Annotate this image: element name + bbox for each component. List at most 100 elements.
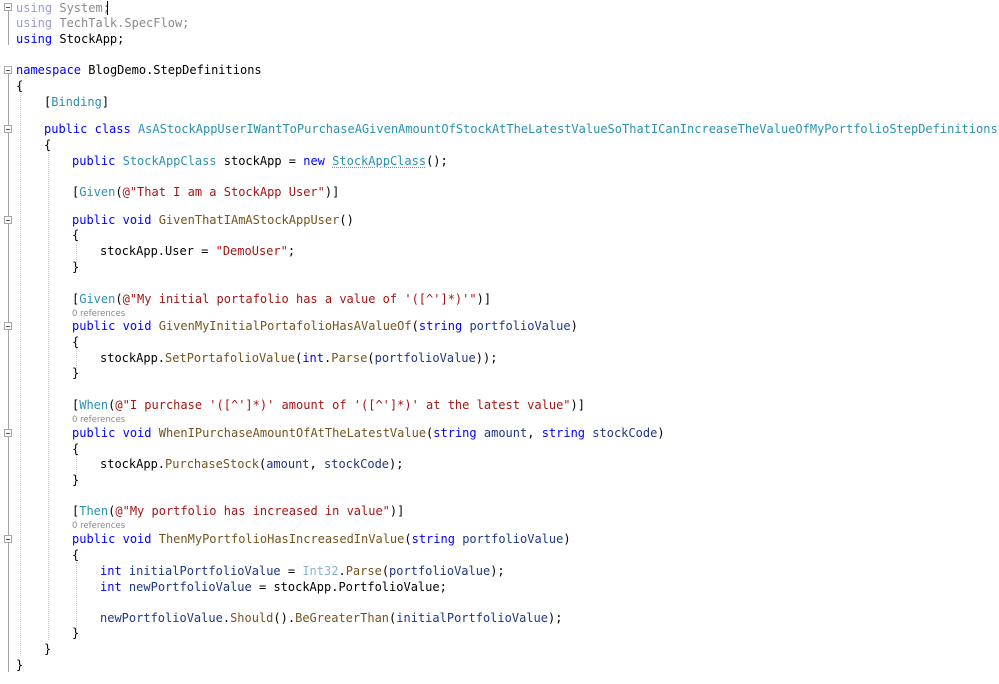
method-name: ThenMyPortfolioHasIncreasedInValue	[158, 532, 405, 546]
expression: stockApp.User =	[100, 244, 216, 258]
parameter-name: amount	[483, 426, 528, 440]
method-call: Parse	[331, 351, 368, 365]
code-line-binding-attr[interactable]: [Binding]	[44, 94, 109, 110]
identifier: stockApp.	[100, 351, 166, 365]
paren: )	[563, 532, 571, 546]
punctuation: );	[490, 564, 505, 578]
paren: )	[570, 319, 578, 333]
code-line-using-stockapp[interactable]: using StockApp;	[16, 31, 124, 47]
paren: (	[115, 292, 123, 306]
punctuation: ));	[475, 351, 498, 365]
code-line-method-decl[interactable]: public void GivenMyInitialPortafolioHasA…	[72, 318, 578, 334]
codelens-references[interactable]: 0 references	[72, 521, 125, 531]
attribute-name: When	[79, 398, 109, 412]
code-line-given-attr[interactable]: [Given(@"My initial portafolio has a val…	[72, 291, 491, 307]
parameter-name: portfolioValue	[374, 351, 476, 365]
code-editor[interactable]: using System; using TechTalk.SpecFlow; u…	[0, 0, 999, 684]
code-line-brace[interactable]: {	[72, 441, 79, 457]
paren: (	[411, 319, 419, 333]
code-line-method-decl[interactable]: public void GivenThatIAmAStockAppUser()	[72, 212, 354, 228]
method-call: PurchaseStock	[165, 457, 259, 471]
parameter-name: portfolioValue	[462, 532, 564, 546]
code-line-statement[interactable]: int newPortfolioValue = stockApp.Portfol…	[100, 579, 447, 595]
keyword: class	[94, 122, 131, 136]
code-line-brace[interactable]: }	[44, 641, 51, 657]
keyword: void	[122, 319, 152, 333]
code-line-namespace[interactable]: namespace BlogDemo.StepDefinitions	[16, 62, 262, 78]
bracket: )]	[324, 185, 340, 199]
code-line-brace[interactable]: {	[72, 334, 79, 350]
fold-toggle-method-4[interactable]	[4, 535, 12, 543]
punctuation: );	[547, 611, 563, 625]
code-line-brace[interactable]: }	[72, 365, 79, 381]
brace: }	[44, 642, 52, 656]
method-call: Parse	[345, 564, 382, 578]
fold-toggle-method-3[interactable]	[4, 429, 12, 437]
type-name: Int32	[302, 564, 339, 578]
code-line-when-attr[interactable]: [When(@"I purchase '([^']*)' amount of '…	[72, 397, 585, 413]
code-line-class-decl[interactable]: public class AsAStockAppUserIWantToPurch…	[44, 121, 998, 137]
brace: {	[72, 228, 80, 242]
method-call: Should	[230, 611, 274, 625]
code-line-statement[interactable]: int initialPortfolioValue = Int32.Parse(…	[100, 563, 505, 579]
brace: }	[72, 366, 80, 380]
method-name: WhenIPurchaseAmountOfAtTheLatestValue	[158, 426, 427, 440]
brace: {	[16, 79, 24, 93]
code-line-brace[interactable]: }	[72, 259, 79, 275]
keyword: string	[411, 532, 455, 546]
code-line-brace[interactable]: {	[72, 227, 79, 243]
code-line-method-decl[interactable]: public void ThenMyPortfolioHasIncreasedI…	[72, 531, 571, 547]
paren: (	[115, 185, 123, 199]
field-name: stockApp =	[216, 154, 304, 168]
bracket: )]	[389, 504, 405, 518]
fold-spine	[8, 74, 9, 672]
code-line-statement[interactable]: stockApp.PurchaseStock(amount, stockCode…	[100, 456, 403, 472]
params: ()	[339, 213, 354, 227]
code-line-statement[interactable]: stockApp.SetPortafolioValue(int.Parse(po…	[100, 350, 497, 366]
bracket: )]	[476, 292, 492, 306]
fold-toggle-method-1[interactable]	[4, 216, 12, 224]
parameter-name: portfolioValue	[389, 564, 491, 578]
string-literal: @"I purchase '([^']*)' amount of '([^']*…	[115, 398, 571, 412]
method-call: SetPortafolioValue	[165, 351, 296, 365]
code-line-then-attr[interactable]: [Then(@"My portfolio has increased in va…	[72, 503, 404, 519]
bracket: )]	[570, 398, 585, 412]
fold-toggle-method-2[interactable]	[4, 322, 12, 330]
code-line-brace[interactable]: }	[72, 625, 79, 641]
attribute-name: Given	[79, 292, 116, 306]
brace: {	[72, 335, 80, 349]
punctuation: ();	[426, 154, 448, 168]
fold-spine	[8, 11, 9, 45]
local-variable: initialPortfolioValue	[396, 611, 548, 625]
keyword: void	[122, 213, 152, 227]
parameter-name: portfolioValue	[469, 319, 571, 333]
codelens-references[interactable]: 0 references	[72, 415, 125, 425]
namespace-ref: StockApp;	[59, 32, 125, 46]
fold-toggle-class[interactable]	[4, 125, 12, 133]
code-line-statement[interactable]: stockApp.User = "DemoUser";	[100, 243, 295, 259]
fold-toggle-usings[interactable]	[4, 3, 12, 11]
string-literal: @"My portfolio has increased in value"	[115, 504, 390, 518]
code-line-field-decl[interactable]: public StockAppClass stockApp = new Stoc…	[72, 153, 448, 169]
code-line-brace[interactable]: {	[44, 137, 51, 153]
string-literal: @"My initial portafolio has a value of '…	[122, 292, 477, 306]
code-line-method-decl[interactable]: public void WhenIPurchaseAmountOfAtTheLa…	[72, 425, 665, 441]
type-name: StockAppClass	[122, 154, 217, 168]
expression: stockApp.PortfolioValue;	[273, 580, 447, 594]
keyword: using	[16, 1, 53, 15]
identifier: stockApp.	[100, 457, 166, 471]
code-line-given-attr[interactable]: [Given(@"That I am a StockApp User")]	[72, 184, 339, 200]
keyword: public	[44, 122, 88, 136]
code-line-brace[interactable]: {	[72, 547, 79, 563]
code-line-using-specflow[interactable]: using TechTalk.SpecFlow;	[16, 15, 189, 31]
brace: {	[72, 442, 80, 456]
code-line-statement[interactable]: newPortfolioValue.Should().BeGreaterThan…	[100, 610, 562, 626]
fold-toggle-namespace[interactable]	[4, 66, 12, 74]
brace: {	[72, 548, 80, 562]
punctuation: ;	[287, 244, 296, 258]
code-line-brace[interactable]: }	[72, 472, 79, 488]
local-variable: newPortfolioValue	[128, 580, 252, 594]
code-line-using-system[interactable]: using System;	[16, 0, 110, 16]
code-line-brace[interactable]: {	[16, 78, 23, 94]
code-line-brace[interactable]: }	[16, 657, 23, 673]
